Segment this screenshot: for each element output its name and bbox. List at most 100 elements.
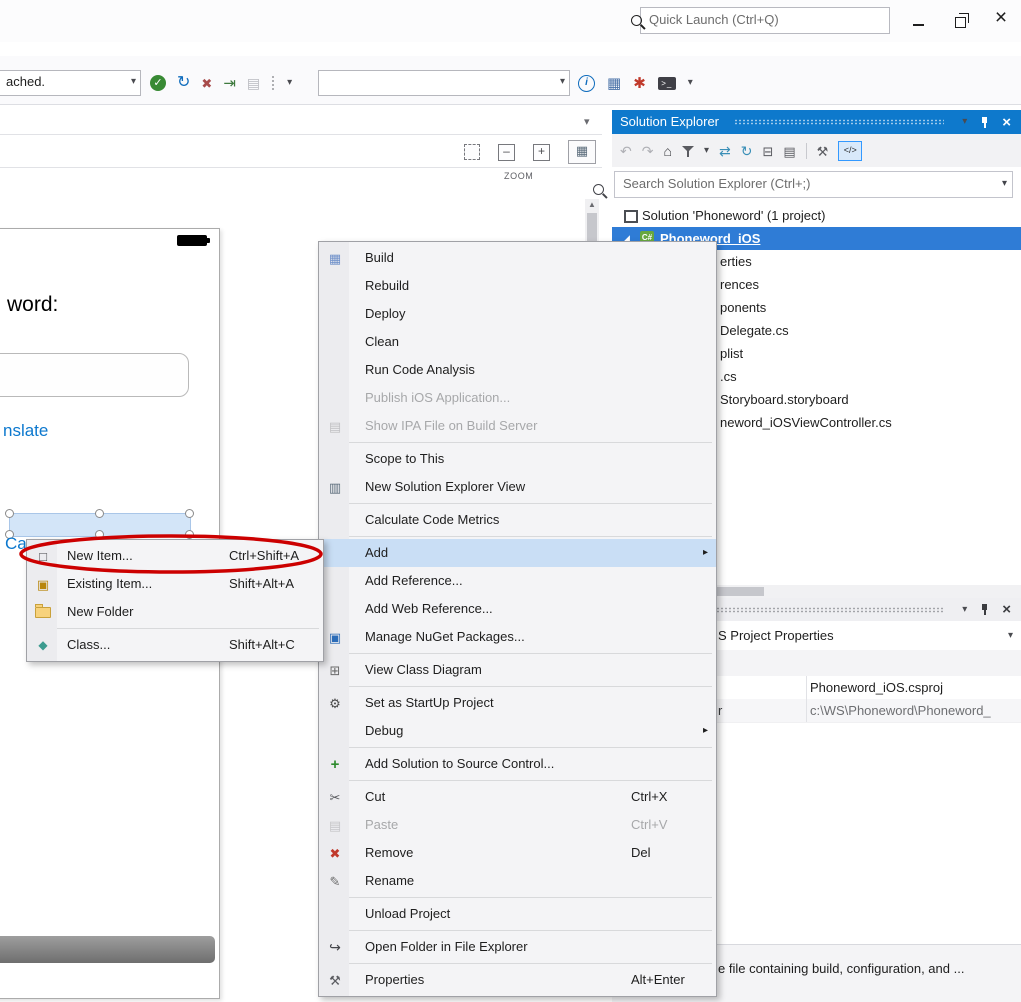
chevron-down-icon[interactable]: ▾: [688, 78, 693, 88]
attach-icon[interactable]: ⇥: [223, 76, 236, 91]
forward-icon[interactable]: ↷: [642, 144, 654, 158]
menu-item-new-solution-explorer-view[interactable]: ▥New Solution Explorer View: [319, 473, 716, 501]
menu-item-deploy[interactable]: Deploy: [319, 300, 716, 328]
grid-icon[interactable]: ▦: [607, 76, 621, 91]
menu-item-rename[interactable]: ✎Rename: [319, 867, 716, 895]
menu-item-properties[interactable]: ⚒PropertiesAlt+Enter: [319, 966, 716, 994]
tree-item-fragment[interactable]: Delegate.cs: [720, 319, 789, 342]
wrench-icon[interactable]: ⚒: [817, 145, 829, 158]
stop-icon[interactable]: ✖: [201, 77, 212, 90]
phoneword-label[interactable]: word:: [7, 293, 58, 317]
home-icon[interactable]: ⌂: [663, 144, 671, 158]
menu-item-view-class-diagram[interactable]: ⊞View Class Diagram: [319, 656, 716, 684]
menu-item-open-folder-in-file-explorer[interactable]: ↪Open Folder in File Explorer: [319, 933, 716, 961]
tree-item-fragment[interactable]: neword_iOSViewController.cs: [720, 411, 892, 434]
selection-handle[interactable]: [95, 509, 104, 518]
sync-icon[interactable]: ⇄: [719, 144, 731, 158]
solution-search-box[interactable]: Search Solution Explorer (Ctrl+;) ▾: [614, 171, 1013, 198]
toolbar-combo[interactable]: ▾: [318, 70, 570, 96]
menu-item-new-folder[interactable]: New Folder: [27, 598, 323, 626]
menu-item-clean[interactable]: Clean: [319, 328, 716, 356]
close-icon[interactable]: ×: [1002, 115, 1011, 130]
zoom-out-icon[interactable]: –: [498, 144, 515, 161]
menu-item-calculate-code-metrics[interactable]: Calculate Code Metrics: [319, 506, 716, 534]
selection-handle[interactable]: [185, 530, 194, 539]
menu-item-set-as-startup-project[interactable]: ⚙Set as StartUp Project: [319, 689, 716, 717]
menu-item-add-reference[interactable]: Add Reference...: [319, 567, 716, 595]
menu-item-publish-ios-application[interactable]: Publish iOS Application...: [319, 384, 716, 412]
chevron-down-icon[interactable]: ▾: [1002, 172, 1007, 196]
close-icon[interactable]: ×: [1002, 602, 1011, 617]
menu-item-label: New Item...: [67, 542, 133, 570]
chevron-down-icon[interactable]: ▾: [704, 146, 709, 156]
property-value[interactable]: c:\WS\Phoneword\Phoneword_: [810, 699, 991, 722]
menu-item-new-item[interactable]: □New Item...Ctrl+Shift+A: [27, 542, 323, 570]
tree-item-solution[interactable]: Solution 'Phoneword' (1 project): [612, 204, 1021, 227]
menu-item-remove[interactable]: ✖RemoveDel: [319, 839, 716, 867]
menu-item-run-code-analysis[interactable]: Run Code Analysis: [319, 356, 716, 384]
chevron-down-icon[interactable]: ▾: [1008, 623, 1013, 649]
selection-handle[interactable]: [95, 530, 104, 539]
menu-item-paste[interactable]: ▤PasteCtrl+V: [319, 811, 716, 839]
collapse-all-icon[interactable]: ⊟: [762, 145, 773, 158]
chevron-down-icon[interactable]: ▾: [962, 605, 967, 615]
pin-icon[interactable]: [980, 116, 989, 129]
document-dropdown-chevron-icon[interactable]: ▾: [584, 115, 590, 128]
tree-item-fragment[interactable]: rences: [720, 273, 759, 296]
menu-item-cut[interactable]: ✂CutCtrl+X: [319, 783, 716, 811]
selection-handle[interactable]: [185, 509, 194, 518]
filter-icon[interactable]: [682, 145, 694, 158]
menu-item-add-web-reference[interactable]: Add Web Reference...: [319, 595, 716, 623]
menu-item-add[interactable]: Add▸: [319, 539, 716, 567]
pin-icon[interactable]: [980, 603, 989, 616]
restart-icon[interactable]: ↻: [177, 75, 190, 91]
menu-item-debug[interactable]: Debug▸: [319, 717, 716, 745]
debug-target-combo[interactable]: ached. ▾: [0, 70, 141, 96]
menu-item-unload-project[interactable]: Unload Project: [319, 900, 716, 928]
console-icon[interactable]: >_: [658, 77, 676, 90]
menu-item-rebuild[interactable]: Rebuild: [319, 272, 716, 300]
tree-item-fragment[interactable]: plist: [720, 342, 743, 365]
tree-item-fragment[interactable]: .cs: [720, 365, 737, 388]
minimize-button[interactable]: [903, 8, 935, 32]
quick-launch-box[interactable]: Quick Launch (Ctrl+Q): [640, 7, 890, 34]
menu-item-show-ipa-file-on-build-server[interactable]: ▤Show IPA File on Build Server: [319, 412, 716, 440]
zoom-in-icon[interactable]: +: [533, 144, 550, 161]
selection-handle[interactable]: [5, 509, 14, 518]
search-icon[interactable]: [593, 184, 604, 195]
search-icon[interactable]: [631, 15, 642, 26]
menu-item-add-solution-to-source-control[interactable]: +Add Solution to Source Control...: [319, 750, 716, 778]
property-value[interactable]: Phoneword_iOS.csproj: [810, 676, 943, 699]
menu-item-class[interactable]: ◆Class...Shift+Alt+C: [27, 631, 323, 659]
grip-icon[interactable]: [271, 75, 276, 91]
info-icon[interactable]: i: [578, 75, 595, 92]
flower-icon[interactable]: ✱: [633, 76, 646, 91]
constraints-icon[interactable]: ▦: [568, 140, 596, 164]
close-button[interactable]: ×: [984, 4, 1018, 32]
tree-item-fragment[interactable]: erties: [720, 250, 752, 273]
scroll-up-arrow-icon[interactable]: ▲: [588, 200, 596, 209]
refresh-icon[interactable]: ↻: [741, 144, 753, 158]
build-icon: ▦: [324, 244, 346, 272]
solution-explorer-header[interactable]: Solution Explorer ▾×: [612, 110, 1021, 134]
fit-selection-icon[interactable]: [464, 144, 480, 160]
preview-icon[interactable]: ▤: [783, 145, 795, 158]
scrollbar-thumb[interactable]: [587, 213, 597, 241]
call-button-label[interactable]: Ca: [5, 534, 27, 554]
start-check-icon[interactable]: [150, 75, 166, 91]
tree-item-fragment[interactable]: Storyboard.storyboard: [720, 388, 849, 411]
back-icon[interactable]: ↶: [620, 144, 632, 158]
restore-button[interactable]: [945, 8, 977, 32]
chevron-down-icon[interactable]: ▾: [962, 117, 967, 127]
translate-button-label[interactable]: nslate: [3, 421, 48, 441]
tree-item-fragment[interactable]: ponents: [720, 296, 766, 319]
view-code-icon[interactable]: </>: [838, 141, 862, 161]
menu-item-build[interactable]: ▦Build: [319, 244, 716, 272]
menu-item-existing-item[interactable]: ▣Existing Item...Shift+Alt+A: [27, 570, 323, 598]
phone-number-field[interactable]: [0, 353, 189, 397]
menu-item-scope-to-this[interactable]: Scope to This: [319, 445, 716, 473]
chevron-down-icon[interactable]: ▾: [287, 78, 292, 88]
editor-vertical-scrollbar[interactable]: ▲: [585, 199, 599, 245]
menu-item-manage-nuget-packages[interactable]: ▣Manage NuGet Packages...: [319, 623, 716, 651]
deploy-icon[interactable]: ▤: [247, 76, 260, 90]
